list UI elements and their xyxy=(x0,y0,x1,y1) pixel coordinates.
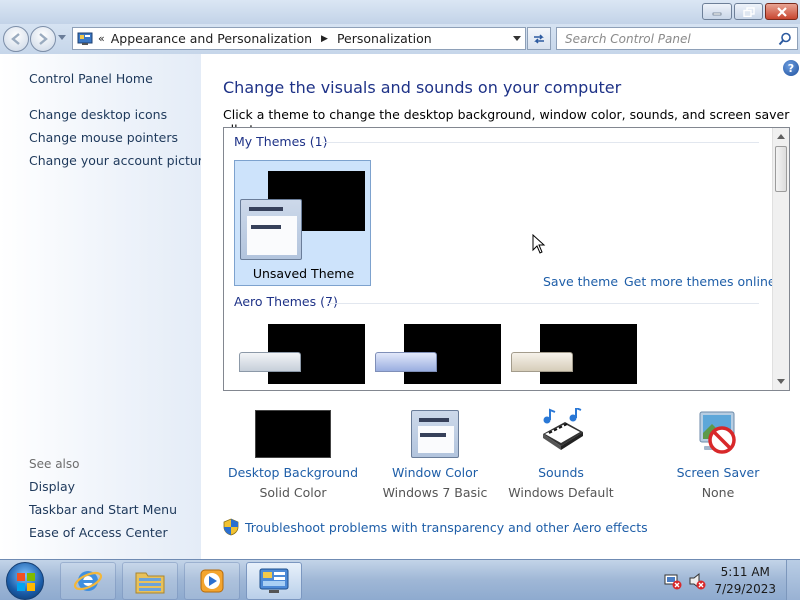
screen-saver-icon xyxy=(648,408,788,460)
clock[interactable]: 5:11 AM 7/29/2023 xyxy=(714,564,776,598)
volume-muted-icon[interactable] xyxy=(688,572,706,590)
desktop-background-link[interactable]: Desktop Background xyxy=(223,465,363,480)
breadcrumb-personalization[interactable]: Personalization xyxy=(337,31,432,46)
scroll-down-icon[interactable] xyxy=(777,379,785,384)
taskbar: 5:11 AM 7/29/2023 xyxy=(0,559,800,600)
address-bar[interactable]: « Appearance and Personalization ▶ Perso… xyxy=(72,27,526,50)
start-button[interactable] xyxy=(6,562,44,600)
scroll-thumb[interactable] xyxy=(775,146,787,192)
scroll-up-icon[interactable] xyxy=(777,134,785,139)
desktop-background-icon xyxy=(223,408,363,460)
refresh-button[interactable] xyxy=(527,27,551,50)
clock-time: 5:11 AM xyxy=(720,565,770,579)
see-also-label: See also xyxy=(29,457,80,471)
aero-theme-tile[interactable] xyxy=(506,324,643,390)
sounds-item[interactable]: Sounds Windows Default xyxy=(491,408,631,500)
theme-preview-window xyxy=(240,199,302,260)
troubleshoot-link[interactable]: Troubleshoot problems with transparency … xyxy=(245,520,648,535)
back-button[interactable] xyxy=(3,26,29,52)
screen-saver-link[interactable]: Screen Saver xyxy=(648,465,788,480)
breadcrumb-arrow-icon[interactable]: ▶ xyxy=(321,34,328,44)
my-themes-header[interactable]: My Themes (1) xyxy=(234,134,327,149)
window-color-value: Windows 7 Basic xyxy=(382,485,488,500)
windows-logo-icon xyxy=(17,573,35,591)
recent-pages-dropdown[interactable] xyxy=(58,35,66,40)
minimize-button[interactable] xyxy=(702,3,732,20)
group-divider xyxy=(322,142,759,143)
troubleshoot-row[interactable]: Troubleshoot problems with transparency … xyxy=(223,518,648,536)
theme-list[interactable]: My Themes (1) Unsaved Theme Save theme G… xyxy=(223,127,790,391)
ease-of-access-link[interactable]: Ease of Access Center xyxy=(29,525,168,540)
sounds-icon xyxy=(491,408,631,460)
control-panel-home-link[interactable]: Control Panel Home xyxy=(29,71,153,86)
screen-saver-value: None xyxy=(701,485,735,500)
explorer-taskbar-button[interactable] xyxy=(122,562,178,600)
control-panel-taskbar-button[interactable] xyxy=(246,562,302,600)
page-title: Change the visuals and sounds on your co… xyxy=(223,78,622,97)
change-account-picture-link[interactable]: Change your account picture xyxy=(29,153,210,168)
help-icon[interactable]: ? xyxy=(783,60,799,76)
back-arrow-icon xyxy=(11,33,20,45)
left-navigation-pane: Control Panel Home Change desktop icons … xyxy=(0,54,210,559)
breadcrumb-appearance[interactable]: Appearance and Personalization xyxy=(111,31,312,46)
restore-button[interactable] xyxy=(734,3,763,20)
internet-explorer-taskbar-button[interactable] xyxy=(60,562,116,600)
aero-theme-tile[interactable] xyxy=(370,324,507,390)
change-mouse-pointers-link[interactable]: Change mouse pointers xyxy=(29,130,178,145)
display-link[interactable]: Display xyxy=(29,479,75,494)
sounds-link[interactable]: Sounds xyxy=(491,465,631,480)
internet-explorer-icon xyxy=(73,571,103,591)
clock-date: 7/29/2023 xyxy=(714,582,776,596)
mouse-cursor-icon xyxy=(532,234,546,254)
aero-themes-header[interactable]: Aero Themes (7) xyxy=(234,294,338,309)
search-input[interactable]: Search Control Panel xyxy=(556,27,798,50)
desktop-background-item[interactable]: Desktop Background Solid Color xyxy=(223,408,363,500)
breadcrumb-overflow[interactable]: « xyxy=(98,32,105,45)
save-theme-link[interactable]: Save theme xyxy=(543,274,618,289)
window-color-item[interactable]: Window Color Windows 7 Basic xyxy=(365,408,505,500)
main-content: ? Change the visuals and sounds on your … xyxy=(201,54,800,559)
unsaved-theme-tile[interactable]: Unsaved Theme xyxy=(234,160,371,286)
aero-theme-tile[interactable] xyxy=(234,324,371,390)
control-panel-icon xyxy=(77,32,93,45)
shield-icon xyxy=(223,518,239,536)
desktop-background-value: Solid Color xyxy=(259,485,327,500)
group-divider xyxy=(327,303,759,304)
network-icon[interactable] xyxy=(664,572,682,590)
close-icon xyxy=(776,6,787,17)
address-dropdown-icon[interactable] xyxy=(513,36,521,41)
forward-arrow-icon xyxy=(39,33,48,45)
navigation-bar: « Appearance and Personalization ▶ Perso… xyxy=(0,24,800,54)
restore-icon xyxy=(742,6,755,17)
forward-button[interactable] xyxy=(30,26,56,52)
change-desktop-icons-link[interactable]: Change desktop icons xyxy=(29,107,167,122)
theme-list-scrollbar[interactable] xyxy=(772,128,789,390)
minimize-icon xyxy=(712,12,722,15)
sounds-value: Windows Default xyxy=(508,485,614,500)
system-tray: 5:11 AM 7/29/2023 xyxy=(660,560,800,600)
show-desktop-button[interactable] xyxy=(786,560,800,600)
unsaved-theme-label: Unsaved Theme xyxy=(252,266,355,281)
search-placeholder: Search Control Panel xyxy=(565,32,691,46)
control-panel-icon xyxy=(259,568,289,593)
media-player-taskbar-button[interactable] xyxy=(184,562,240,600)
taskbar-start-menu-link[interactable]: Taskbar and Start Menu xyxy=(29,502,177,517)
folder-icon xyxy=(135,572,165,594)
title-bar xyxy=(0,0,800,24)
search-icon[interactable] xyxy=(778,32,792,46)
media-player-icon xyxy=(200,569,224,593)
refresh-icon xyxy=(534,33,544,44)
window-color-icon xyxy=(365,408,505,460)
window-color-link[interactable]: Window Color xyxy=(365,465,505,480)
close-button[interactable] xyxy=(765,3,798,20)
get-more-themes-link[interactable]: Get more themes online xyxy=(624,274,776,289)
screen-saver-item[interactable]: Screen Saver None xyxy=(648,408,788,500)
